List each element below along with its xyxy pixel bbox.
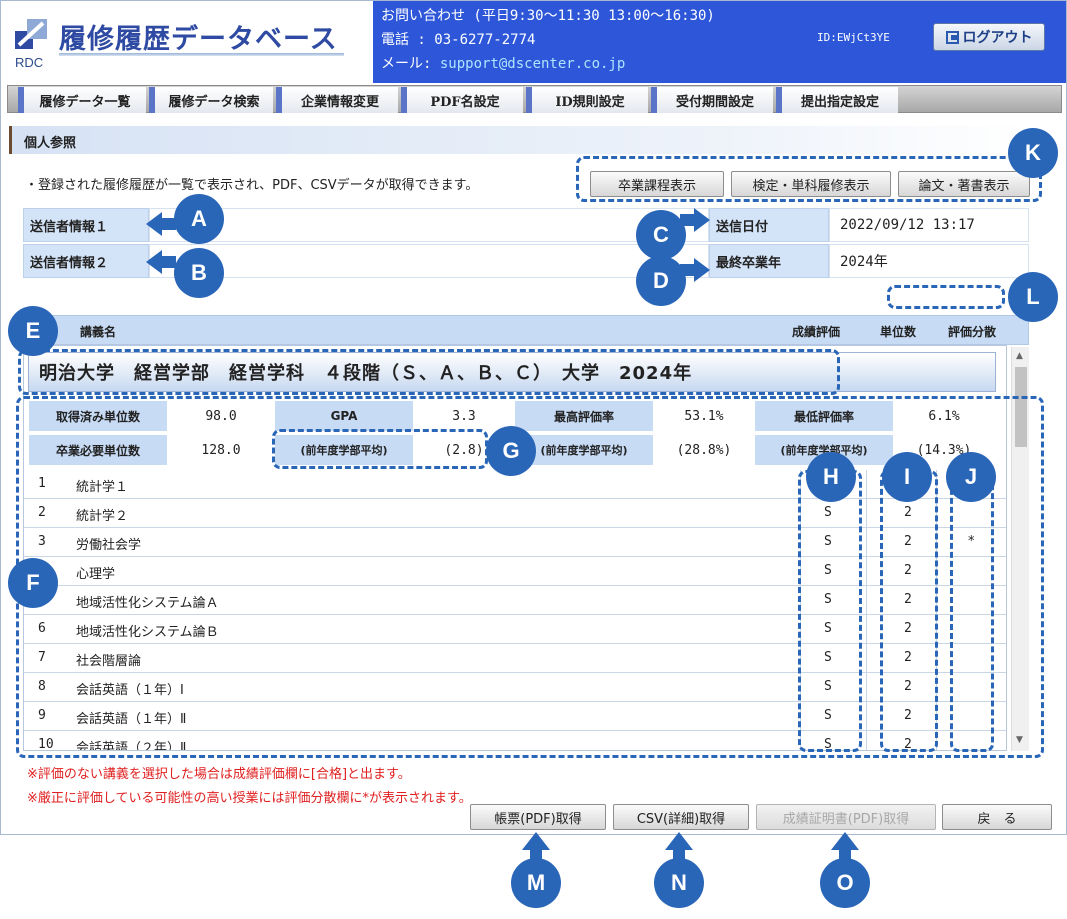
note-distribution: ※厳正に評価している可能性の高い授業には評価分散欄に*が表示されます。	[27, 791, 472, 806]
annotation-box-j	[950, 470, 994, 752]
arrow-b-shaft	[160, 256, 176, 268]
marker-b: B	[174, 248, 224, 298]
grad-year-value: 2024年	[829, 244, 1029, 278]
col-credit: 単位数	[880, 325, 917, 339]
contact-phone: 電話 : 03-6277-2774	[381, 32, 536, 48]
marker-o: O	[820, 858, 870, 908]
logout-button[interactable]: ログアウト	[933, 23, 1045, 51]
marker-n: N	[654, 858, 704, 908]
nav-item-id-rule[interactable]: ID規則設定	[526, 87, 648, 113]
title-underline	[59, 53, 344, 56]
transcript-pdf-button[interactable]: 成績証明書(PDF)取得	[756, 804, 936, 830]
contact-mail-label: メール:	[381, 56, 440, 72]
marker-l: L	[1008, 272, 1058, 322]
section-title: 個人参照	[24, 136, 77, 151]
page-description: ・登録された履修履歴が一覧で表示され、PDF、CSVデータが取得できます。	[25, 178, 479, 193]
marker-f: F	[8, 558, 58, 608]
note-no-grade: ※評価のない講義を選択した場合は成績評価欄に[合格]と出ます。	[27, 767, 411, 782]
marker-a: A	[174, 194, 224, 244]
arrow-d-icon	[694, 258, 710, 282]
scroll-up-icon[interactable]: ▲	[1016, 351, 1023, 361]
user-id: ID:EWjCt3YE	[817, 31, 890, 44]
nav-item-reception-period[interactable]: 受付期間設定	[651, 87, 773, 113]
marker-g: G	[486, 426, 536, 476]
contact-panel: お問い合わせ (平日9:30～11:30 13:00～16:30) 電話 : 0…	[373, 1, 1066, 83]
marker-h: H	[806, 452, 856, 502]
contact-hours: お問い合わせ (平日9:30～11:30 13:00～16:30)	[381, 8, 715, 24]
marker-k: K	[1008, 128, 1058, 178]
nav-item-data-search[interactable]: 履修データ検索	[149, 87, 273, 113]
app-title: 履修履歴データベース	[59, 24, 338, 55]
logout-icon	[945, 30, 959, 44]
grades-table-header: 講義名 成績評価 単位数 評価分散	[23, 315, 1029, 345]
contact-mail-link[interactable]: support@dscenter.co.jp	[440, 56, 625, 72]
nav-item-pdf-name[interactable]: PDF名設定	[401, 87, 523, 113]
marker-e: E	[8, 306, 58, 356]
sender-info1-label: 送信者情報１	[23, 208, 149, 242]
sender-info1-value	[149, 208, 709, 242]
sender-info2-label: 送信者情報２	[23, 244, 149, 278]
header: RDC 履修履歴データベース お問い合わせ (平日9:30～11:30 13:0…	[1, 1, 1066, 83]
back-button[interactable]: 戻 る	[942, 804, 1052, 830]
marker-m: M	[511, 858, 561, 908]
arrow-c-icon	[694, 208, 710, 232]
annotation-box-h	[798, 470, 862, 752]
marker-j: J	[946, 452, 996, 502]
annotation-box-e	[18, 349, 840, 395]
main-nav: 履修データ一覧 履修データ検索 企業情報変更 PDF名設定 ID規則設定 受付期…	[7, 85, 1062, 113]
marker-i: I	[882, 452, 932, 502]
logo-sub: RDC	[15, 55, 44, 70]
nav-item-submission-setting[interactable]: 提出指定設定	[776, 87, 898, 113]
annotation-box-i	[880, 470, 938, 752]
rdc-logo-icon	[15, 19, 47, 49]
contact-mail: メール: support@dscenter.co.jp	[381, 53, 625, 73]
logo-area: RDC 履修履歴データベース	[1, 1, 373, 83]
col-course-name: 講義名	[80, 325, 117, 339]
annotation-box-k	[576, 156, 1042, 202]
grad-year-label: 最終卒業年	[709, 244, 829, 278]
sent-date-value: 2022/09/12 13:17	[829, 208, 1029, 242]
logout-label: ログアウト	[962, 30, 1033, 46]
col-distribution: 評価分散	[948, 325, 997, 339]
marker-c: C	[636, 210, 686, 260]
annotation-box-l	[887, 285, 1005, 309]
annotation-box-g	[272, 429, 488, 469]
section-header: 個人参照	[9, 126, 1029, 154]
sender-info2-value	[149, 244, 709, 278]
marker-d: D	[636, 256, 686, 306]
nav-item-data-list[interactable]: 履修データ一覧	[18, 87, 146, 113]
nav-item-company-info[interactable]: 企業情報変更	[276, 87, 398, 113]
sent-date-label: 送信日付	[709, 208, 829, 242]
col-grade: 成績評価	[792, 325, 841, 339]
csv-detail-button[interactable]: CSV(詳細)取得	[613, 804, 749, 830]
report-pdf-button[interactable]: 帳票(PDF)取得	[470, 804, 606, 830]
